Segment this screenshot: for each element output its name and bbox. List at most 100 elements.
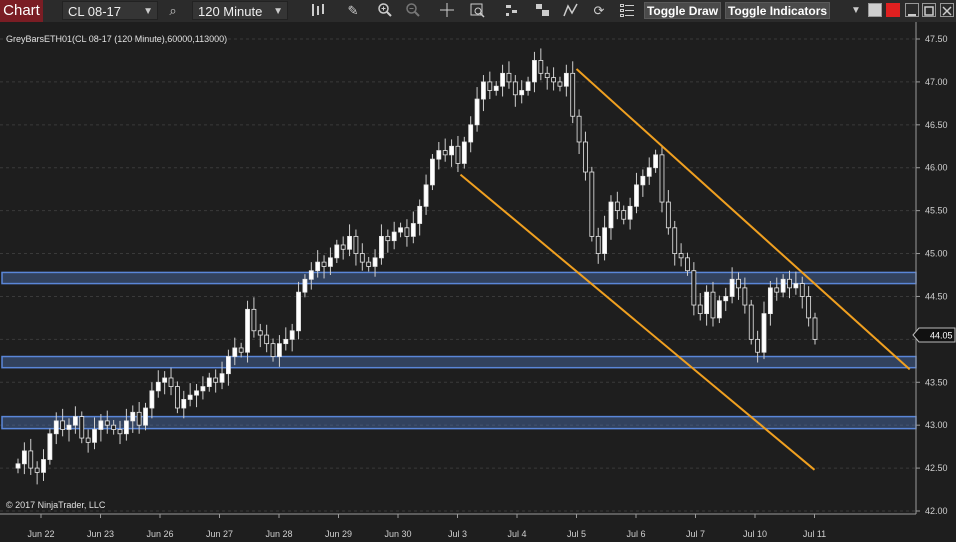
candle-body bbox=[436, 150, 442, 160]
link-color-red-icon[interactable] bbox=[886, 3, 900, 17]
candle-body bbox=[812, 317, 818, 340]
time-tick-label: Jun 23 bbox=[87, 529, 114, 539]
candle-body bbox=[257, 330, 263, 336]
candle-body bbox=[168, 377, 174, 387]
candle-body bbox=[793, 283, 799, 289]
candle-body bbox=[640, 175, 646, 186]
price-tick-label: 43.50 bbox=[925, 377, 948, 387]
instrument-value: CL 08-17 bbox=[68, 4, 121, 19]
candle-body bbox=[704, 291, 710, 315]
candle-body bbox=[551, 77, 556, 83]
pencil-icon[interactable]: ✎ bbox=[344, 2, 362, 20]
candle-body bbox=[602, 227, 607, 254]
refresh-icon[interactable]: ⟳ bbox=[590, 2, 608, 20]
maximize-icon[interactable] bbox=[922, 3, 936, 17]
candle-body bbox=[41, 459, 46, 473]
candle bbox=[47, 428, 53, 465]
toggle-indicators-button[interactable]: Toggle Indicators bbox=[725, 2, 830, 19]
candle-body bbox=[583, 141, 588, 173]
candle-body bbox=[685, 257, 690, 272]
candle-body bbox=[321, 261, 327, 267]
candle-body bbox=[806, 296, 812, 319]
candle-body bbox=[404, 227, 410, 237]
candle-body bbox=[423, 184, 429, 207]
price-tick-label: 45.50 bbox=[925, 206, 948, 216]
candle-body bbox=[398, 227, 403, 233]
candle-body bbox=[174, 386, 180, 409]
candle-body bbox=[538, 60, 544, 74]
close-icon[interactable] bbox=[940, 3, 954, 17]
candle-body bbox=[589, 171, 595, 237]
candle-body bbox=[334, 244, 340, 259]
candle-body bbox=[608, 201, 614, 229]
candle-body bbox=[353, 235, 359, 254]
candle-body bbox=[678, 253, 684, 259]
candle-body bbox=[194, 390, 199, 396]
zoom-in-icon[interactable] bbox=[376, 2, 394, 20]
candle-body bbox=[634, 184, 639, 207]
candle-body bbox=[270, 343, 276, 357]
candle-body bbox=[576, 115, 582, 143]
candle-body bbox=[60, 420, 66, 430]
candle-body bbox=[226, 356, 231, 375]
candle-body bbox=[493, 85, 499, 91]
current-price-label: 44.05 bbox=[930, 331, 953, 341]
toggle-draw-button[interactable]: Toggle Draw bbox=[644, 2, 721, 19]
candle-body bbox=[442, 150, 448, 156]
price-chart[interactable]: 47.5047.0046.5046.0045.5045.0044.5044.00… bbox=[0, 22, 956, 542]
candle-body bbox=[21, 450, 27, 465]
candle-body bbox=[767, 287, 773, 315]
candle-body bbox=[347, 235, 352, 250]
objects-icon[interactable] bbox=[534, 2, 552, 20]
candle-body bbox=[525, 81, 531, 91]
candle-body bbox=[117, 429, 123, 435]
bars-icon[interactable] bbox=[503, 2, 521, 20]
indicator-label: GreyBarsETH01(CL 08-17 (120 Minute),6000… bbox=[6, 34, 227, 44]
candle-body bbox=[532, 60, 537, 83]
chevron-down-icon: ▼ bbox=[143, 6, 153, 17]
candle-body bbox=[653, 154, 658, 169]
time-tick-label: Jul 5 bbox=[567, 529, 586, 539]
zoom-out-icon[interactable] bbox=[404, 2, 422, 20]
candle-body bbox=[111, 424, 117, 430]
candle-body bbox=[646, 167, 652, 177]
search-icon[interactable]: ⌕ bbox=[164, 2, 182, 20]
strategy-icon[interactable] bbox=[562, 2, 580, 20]
candle-body bbox=[595, 235, 601, 254]
minimize-icon[interactable] bbox=[905, 3, 919, 17]
candle-body bbox=[468, 124, 474, 143]
properties-icon[interactable] bbox=[618, 2, 636, 20]
chevron-down-icon[interactable]: ▼ bbox=[847, 2, 865, 20]
candle-body bbox=[315, 261, 321, 272]
current-price-marker: 44.05 bbox=[912, 327, 956, 343]
candle-body bbox=[774, 287, 780, 293]
zone-rect bbox=[1, 271, 917, 285]
price-tick-label: 47.00 bbox=[925, 77, 948, 87]
candle-body bbox=[780, 278, 786, 293]
candle-body bbox=[340, 244, 346, 250]
data-box-icon[interactable] bbox=[468, 2, 486, 20]
candle-body bbox=[328, 257, 333, 267]
zone-rect bbox=[1, 355, 917, 369]
candle-body bbox=[289, 330, 295, 340]
candle-body bbox=[481, 81, 486, 100]
time-tick-label: Jul 6 bbox=[626, 529, 645, 539]
crosshair-icon[interactable] bbox=[438, 2, 456, 20]
candle-body bbox=[748, 304, 754, 340]
chart-style-icon[interactable] bbox=[309, 2, 327, 20]
candle-body bbox=[723, 296, 729, 302]
candle-body bbox=[410, 223, 416, 237]
instrument-selector[interactable]: CL 08-17 ▼ bbox=[62, 1, 158, 20]
time-tick-label: Jun 26 bbox=[146, 529, 173, 539]
price-tick-label: 46.00 bbox=[925, 163, 948, 173]
interval-selector[interactable]: 120 Minute ▼ bbox=[192, 1, 288, 20]
candle bbox=[748, 299, 754, 345]
link-color-icon[interactable] bbox=[868, 3, 882, 17]
time-tick-label: Jun 30 bbox=[384, 529, 411, 539]
price-tick-label: 46.50 bbox=[925, 120, 948, 130]
candle-body bbox=[187, 394, 193, 400]
candle bbox=[812, 312, 818, 345]
chevron-down-icon: ▼ bbox=[273, 6, 283, 17]
toolbar: Chart CL 08-17 ▼ ⌕ 120 Minute ▼ ✎ ⟳ Togg… bbox=[0, 0, 956, 23]
copyright-label: © 2017 NinjaTrader, LLC bbox=[6, 500, 106, 510]
